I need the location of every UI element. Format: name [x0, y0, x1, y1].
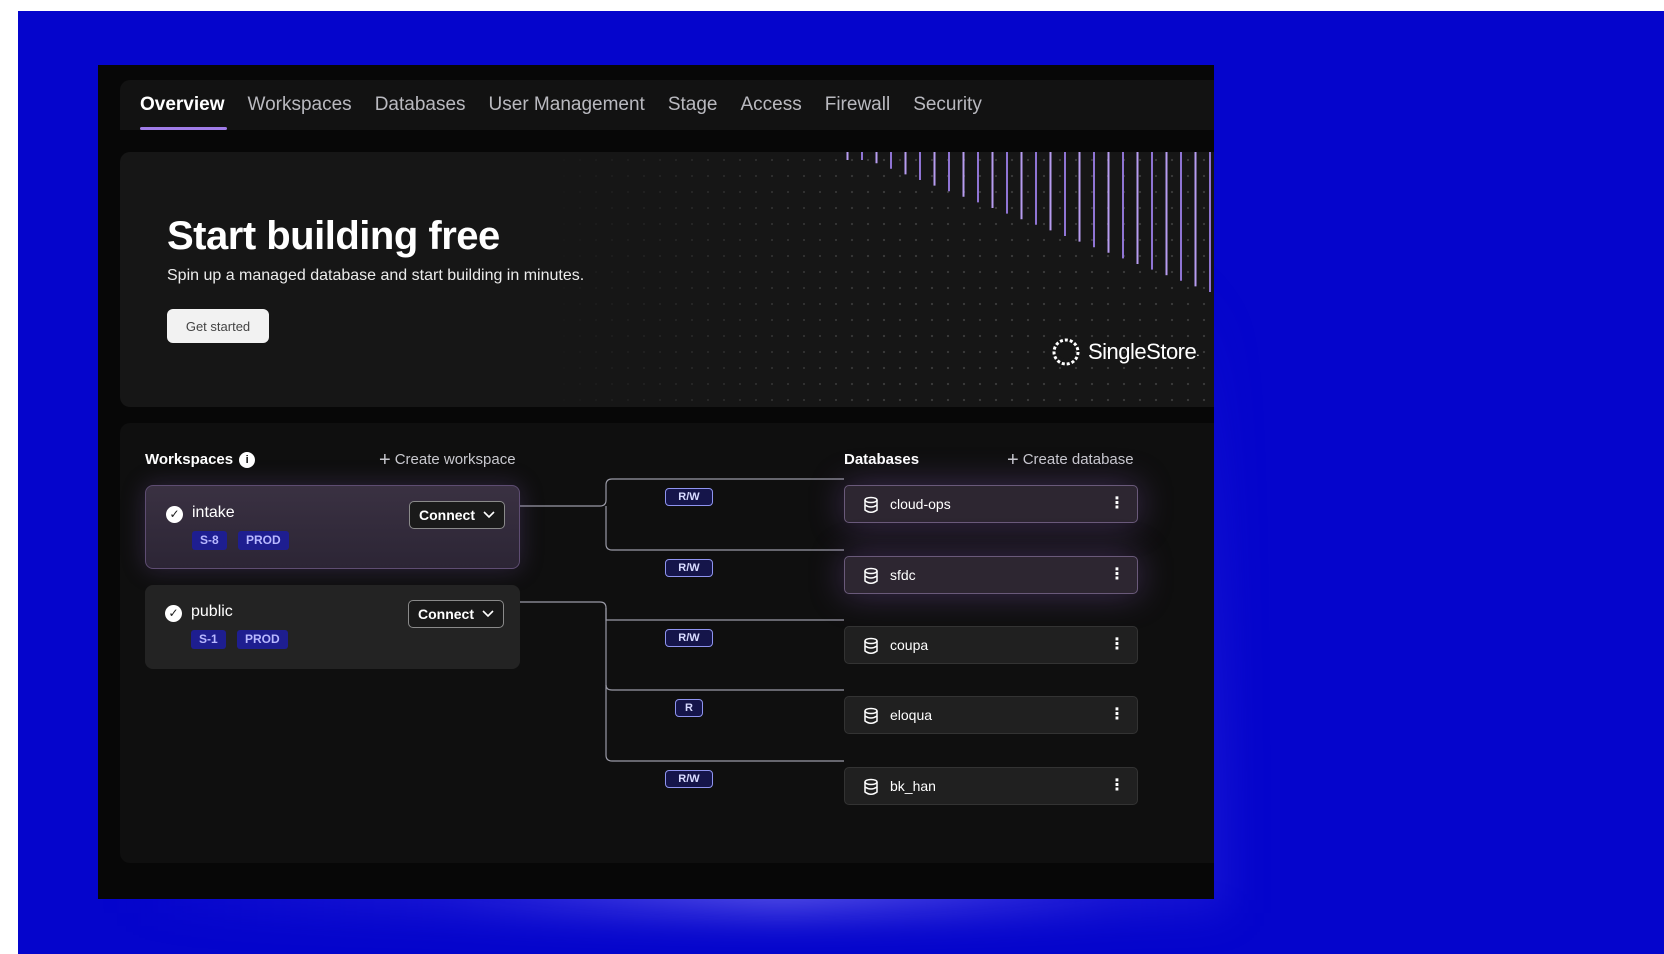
workspace-card-public[interactable]: ✓ public S-1 PROD Connect	[145, 585, 520, 669]
env-badge: PROD	[238, 531, 289, 550]
workspace-name: intake	[192, 504, 235, 521]
tab-firewall[interactable]: Firewall	[825, 80, 890, 130]
workspaces-heading-label: Workspaces	[145, 451, 234, 468]
info-icon[interactable]: i	[239, 451, 256, 468]
size-badge: S-1	[191, 630, 226, 649]
size-badge: S-8	[192, 531, 227, 550]
singlestore-logo-icon	[1052, 338, 1080, 366]
brand-logo: SingleStore.	[1050, 336, 1200, 368]
kebab-menu-icon[interactable]: ⋮	[1109, 494, 1125, 514]
get-started-button[interactable]: Get started	[167, 309, 269, 343]
permission-tag: R/W	[665, 488, 713, 506]
tab-overview[interactable]: Overview	[140, 80, 226, 130]
databases-heading-label: Databases	[844, 451, 920, 468]
database-row-coupa[interactable]: coupa ⋮	[844, 626, 1138, 664]
workspace-name: public	[191, 603, 233, 620]
tab-databases[interactable]: Databases	[375, 80, 466, 130]
tab-stage[interactable]: Stage	[668, 80, 718, 130]
kebab-menu-icon[interactable]: ⋮	[1109, 635, 1125, 655]
database-name: sfdc	[890, 567, 916, 583]
database-icon	[864, 496, 878, 513]
workspace-database-map: Workspaces i + Create workspace ✓ intake…	[120, 423, 1214, 863]
database-name: coupa	[890, 637, 929, 653]
create-database-link[interactable]: + Create database	[1007, 448, 1134, 471]
kebab-menu-icon[interactable]: ⋮	[1109, 776, 1125, 796]
app-window: Overview Workspaces Databases User Manag…	[98, 65, 1214, 899]
connect-button[interactable]: Connect	[409, 501, 505, 529]
connect-button[interactable]: Connect	[408, 600, 504, 628]
hero-subtitle: Spin up a managed database and start bui…	[167, 267, 585, 284]
brand-name: SingleStore	[1088, 339, 1197, 364]
plus-icon: +	[1007, 448, 1019, 471]
workspace-card-intake[interactable]: ✓ intake S-8 PROD Connect	[145, 485, 520, 569]
permission-tag: R	[675, 699, 703, 717]
database-name: cloud-ops	[890, 496, 951, 512]
database-name: bk_han	[890, 778, 936, 794]
tab-workspaces[interactable]: Workspaces	[248, 80, 352, 130]
database-row-bk-han[interactable]: bk_han ⋮	[844, 767, 1138, 805]
env-badge: PROD	[237, 630, 288, 649]
kebab-menu-icon[interactable]: ⋮	[1109, 565, 1125, 585]
connect-label: Connect	[418, 606, 474, 622]
workspaces-heading: Workspaces i	[145, 451, 256, 468]
database-icon	[864, 707, 878, 724]
permission-tag: R/W	[665, 629, 713, 647]
databases-heading: Databases	[844, 451, 919, 468]
tab-bar: Overview Workspaces Databases User Manag…	[120, 80, 1214, 130]
create-workspace-label: Create workspace	[394, 451, 516, 468]
database-row-cloud-ops[interactable]: cloud-ops ⋮	[844, 485, 1138, 523]
plus-icon: +	[379, 448, 391, 471]
check-circle-icon: ✓	[166, 506, 183, 523]
chevron-down-icon	[482, 610, 494, 618]
database-icon	[864, 567, 878, 584]
hero-title: Start building free	[167, 214, 500, 258]
tab-access[interactable]: Access	[740, 80, 801, 130]
permission-tag: R/W	[665, 559, 713, 577]
brand-dot: .	[1196, 345, 1200, 359]
hero-stripe-pattern	[846, 152, 1211, 292]
hero-banner: Start building free Spin up a managed da…	[120, 152, 1214, 407]
database-icon	[864, 778, 878, 795]
chevron-down-icon	[483, 511, 495, 519]
database-icon	[864, 637, 878, 654]
kebab-menu-icon[interactable]: ⋮	[1109, 705, 1125, 725]
database-row-eloqua[interactable]: eloqua ⋮	[844, 696, 1138, 734]
check-circle-icon: ✓	[165, 605, 182, 622]
database-row-sfdc[interactable]: sfdc ⋮	[844, 556, 1138, 594]
create-database-label: Create database	[1022, 451, 1134, 468]
create-workspace-link[interactable]: + Create workspace	[379, 448, 516, 471]
tab-user-management[interactable]: User Management	[489, 80, 645, 130]
database-name: eloqua	[890, 707, 933, 723]
tab-security[interactable]: Security	[913, 80, 982, 130]
permission-tag: R/W	[665, 770, 713, 788]
connect-label: Connect	[419, 507, 475, 523]
